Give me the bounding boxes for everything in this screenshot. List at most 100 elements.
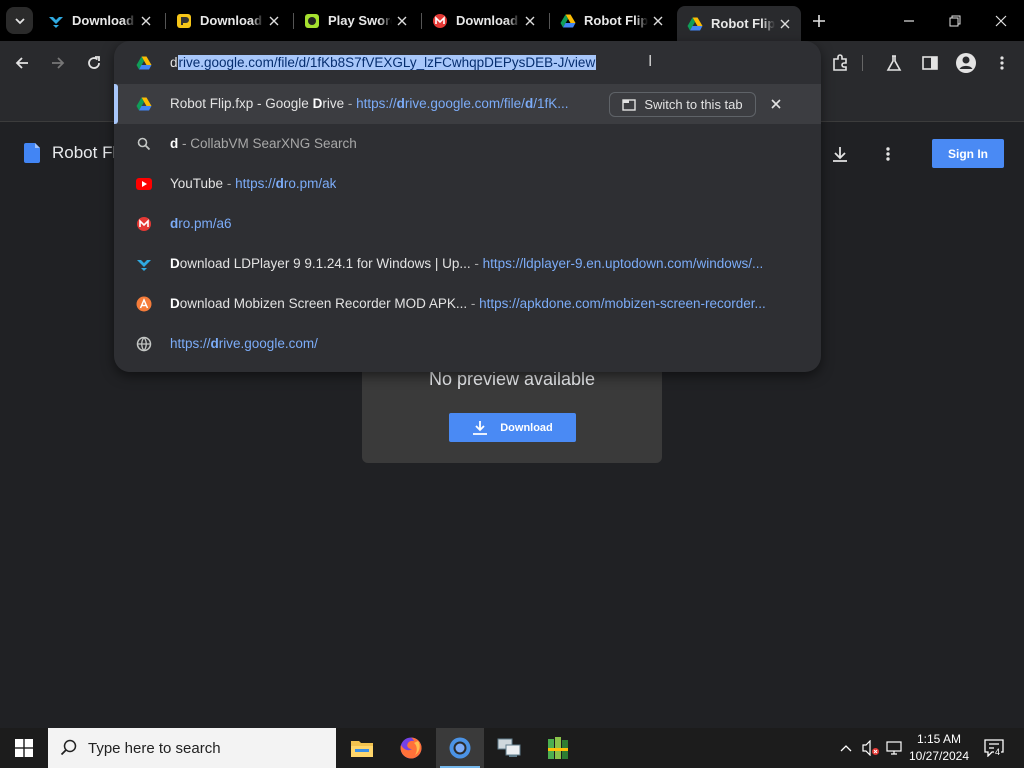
typed-text: d xyxy=(170,55,178,70)
labs-button[interactable] xyxy=(880,49,908,77)
text-cursor-icon: I xyxy=(648,53,653,70)
chrome-app[interactable] xyxy=(436,728,484,768)
separator: - xyxy=(467,296,480,311)
kebab-menu-icon xyxy=(886,147,890,161)
match-text: D xyxy=(312,96,323,111)
tab-title: Play Sword xyxy=(328,13,392,28)
chevron-down-icon xyxy=(14,17,25,24)
close-tab-icon[interactable] xyxy=(392,11,412,31)
reload-button[interactable] xyxy=(80,49,108,77)
close-tab-icon[interactable] xyxy=(775,14,795,34)
suggestion-title: YouTube xyxy=(170,176,224,191)
search-placeholder: Type here to search xyxy=(88,739,221,757)
menu-button[interactable] xyxy=(988,49,1016,77)
windows-logo-icon xyxy=(15,739,33,757)
taskbar-search[interactable]: Type here to search xyxy=(48,728,336,768)
download-button[interactable]: Download xyxy=(449,413,576,442)
download-icon xyxy=(833,147,847,162)
close-tab-icon[interactable] xyxy=(264,11,284,31)
remove-suggestion-button[interactable] xyxy=(764,92,788,116)
volume-muted[interactable] xyxy=(861,738,881,758)
close-tab-icon[interactable] xyxy=(648,11,668,31)
network-app[interactable] xyxy=(485,728,533,768)
suggestion-url: https:// xyxy=(235,176,276,191)
apkdone-icon xyxy=(136,296,152,312)
new-tab-button[interactable] xyxy=(806,0,832,41)
back-button[interactable] xyxy=(8,49,36,77)
search-icon xyxy=(136,136,152,152)
close-window-button[interactable] xyxy=(978,0,1024,41)
flask-icon xyxy=(886,55,902,71)
tab-2[interactable]: Download xyxy=(166,6,290,35)
firefox-icon xyxy=(400,737,422,759)
start-button[interactable] xyxy=(0,728,48,768)
tab-5[interactable]: Robot Flip xyxy=(550,6,674,35)
restore-button[interactable] xyxy=(932,0,978,41)
document-icon xyxy=(24,143,40,163)
search-icon xyxy=(60,739,77,756)
tab-switch-icon xyxy=(622,98,637,111)
separator: - xyxy=(344,96,357,111)
sign-in-button[interactable]: Sign In xyxy=(932,139,1004,168)
system-clock[interactable]: 1:15 AM 10/27/2024 xyxy=(900,731,978,765)
side-panel-button[interactable] xyxy=(916,49,944,77)
tab-1[interactable]: Download xyxy=(38,6,162,35)
firefox-app[interactable] xyxy=(387,728,435,768)
url-match: d xyxy=(396,96,405,111)
suggestion-url: https://ldplayer-9.en.uptodown.com/windo… xyxy=(482,256,764,271)
suggestion-mobizen[interactable]: Download Mobizen Screen Recorder MOD APK… xyxy=(114,284,821,324)
tab-4[interactable]: Download xyxy=(422,6,546,35)
suggestion-url: ro.pm/a6 xyxy=(178,216,232,231)
no-preview-message: No preview available xyxy=(428,369,596,389)
url-match: d xyxy=(524,96,534,111)
show-hidden-icons[interactable] xyxy=(836,738,856,758)
chevron-up-icon xyxy=(840,745,852,752)
match-text: D xyxy=(170,296,180,311)
suggestion-dro-pm[interactable]: dro.pm/a6 xyxy=(114,204,821,244)
plus-icon xyxy=(813,14,825,27)
windows-taskbar: Type here to search 1:15 AM 10/27/2024 4 xyxy=(0,728,1024,768)
file-explorer-app[interactable] xyxy=(338,728,386,768)
suggestion-url-mid: rive.google.com/file/ xyxy=(404,96,525,111)
minimize-button[interactable] xyxy=(886,0,932,41)
suggestion-youtube[interactable]: YouTube - https://dro.pm/ak xyxy=(114,164,821,204)
download-file-button[interactable] xyxy=(826,140,854,168)
extensions-button[interactable] xyxy=(826,49,854,77)
close-tab-icon[interactable] xyxy=(520,11,540,31)
switch-tab-label: Switch to this tab xyxy=(644,97,743,112)
separator: - xyxy=(223,176,236,191)
suggestion-url-end: /1fK... xyxy=(533,96,569,111)
profile-button[interactable] xyxy=(952,49,980,77)
kebab-menu-icon xyxy=(1000,56,1004,70)
more-actions-button[interactable] xyxy=(874,140,902,168)
game-icon xyxy=(304,13,320,29)
switch-to-tab-button[interactable]: Switch to this tab xyxy=(609,92,756,117)
search-engine-label: - CollabVM SearXNG Search xyxy=(178,136,357,151)
suggestion-switch-tab[interactable]: Robot Flip.fxp - Google Drive - https://… xyxy=(114,84,821,124)
google-drive-icon xyxy=(136,96,152,112)
address-input[interactable]: drive.google.com/file/d/1fKb8S7fVEXGLy_l… xyxy=(170,53,597,73)
url-match: d xyxy=(275,176,284,191)
address-bar[interactable]: drive.google.com/file/d/1fKb8S7fVEXGLy_l… xyxy=(114,41,821,84)
mobizen-icon xyxy=(432,13,448,29)
back-arrow-icon xyxy=(15,57,28,69)
suggestion-ldplayer[interactable]: Download LDPlayer 9 9.1.24.1 for Windows… xyxy=(114,244,821,284)
suggestion-drive-home[interactable]: https://drive.google.com/ xyxy=(114,324,821,364)
separator: - xyxy=(470,256,483,271)
tab-3[interactable]: Play Sword xyxy=(294,6,418,35)
file-title: Robot Fl xyxy=(24,143,116,163)
suggestion-search[interactable]: d - CollabVM SearXNG Search xyxy=(114,124,821,164)
restore-icon xyxy=(949,15,961,26)
archive-app[interactable] xyxy=(534,728,582,768)
close-tab-icon[interactable] xyxy=(136,11,156,31)
google-drive-icon xyxy=(136,55,152,71)
download-button-label: Download xyxy=(500,421,553,434)
minimize-icon xyxy=(904,19,914,22)
suggestion-title: ownload LDPlayer 9 9.1.24.1 for Windows … xyxy=(179,256,471,271)
tab-6-active[interactable]: Robot Flip xyxy=(677,6,801,41)
forward-button[interactable] xyxy=(44,49,72,77)
forward-arrow-icon xyxy=(52,57,65,69)
tab-search-button[interactable] xyxy=(6,7,33,34)
match-text: d xyxy=(170,136,179,151)
suggestion-url: https://apkdone.com/mobizen-screen-recor… xyxy=(479,296,766,311)
